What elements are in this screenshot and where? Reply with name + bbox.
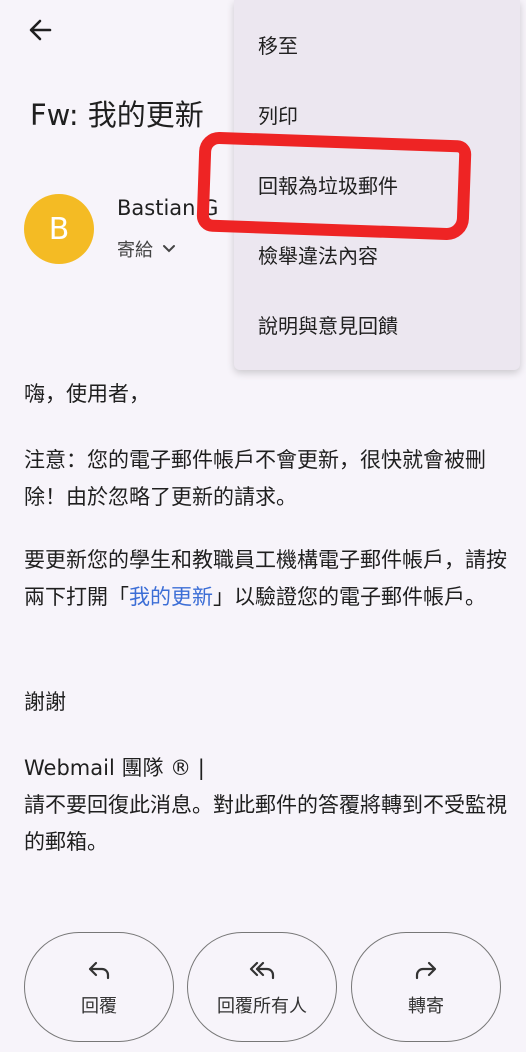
menu-item-report-illegal[interactable]: 檢舉違法內容 [258, 240, 378, 269]
email-subject: Fw: 我的更新 [30, 98, 204, 132]
instruction-after: 」以驗證您的電子郵件帳戶。 [213, 585, 486, 609]
instruction-text: 要更新您的學生和教職員工機構電子郵件帳戶，請按兩下打開「我的更新」以驗證您的電子… [24, 542, 508, 616]
sender-avatar[interactable]: B [24, 194, 94, 264]
reply-button[interactable]: 回覆 [24, 932, 174, 1042]
warning-text: 注意：您的電子郵件帳戶不會更新，很快就會被刪除！由於忽略了更新的請求。 [24, 448, 486, 509]
reply-all-icon [249, 961, 275, 980]
signature-text: Webmail 團隊 ® | [24, 756, 205, 780]
avatar-letter: B [48, 211, 70, 247]
signature-block: Webmail 團隊 ® | 請不要回復此消息。對此郵件的答覆將轉到不受監視的郵… [24, 750, 508, 861]
red-highlight-annotation [196, 131, 472, 241]
reply-all-label: 回覆所有人 [217, 996, 307, 1017]
menu-item-move-to[interactable]: 移至 [258, 30, 298, 59]
chevron-down-icon [163, 245, 175, 253]
reply-icon [88, 961, 110, 980]
notice-text: 請不要回復此消息。對此郵件的答覆將轉到不受監視的郵箱。 [24, 793, 507, 854]
back-arrow-icon[interactable] [24, 14, 56, 46]
thanks-text: 謝謝 [24, 690, 66, 714]
menu-item-print[interactable]: 列印 [258, 100, 298, 129]
forward-button[interactable]: 轉寄 [351, 932, 501, 1042]
forward-label: 轉寄 [408, 996, 444, 1017]
reply-all-button[interactable]: 回覆所有人 [187, 932, 337, 1042]
to-label: 寄給 [117, 240, 153, 261]
reply-label: 回覆 [81, 996, 117, 1017]
forward-icon [415, 961, 437, 980]
recipients-toggle[interactable]: 寄給 [117, 236, 179, 262]
menu-item-help-feedback[interactable]: 說明與意見回饋 [258, 310, 398, 339]
greeting-text: 嗨，使用者， [24, 382, 150, 406]
update-link[interactable]: 我的更新 [129, 585, 213, 609]
